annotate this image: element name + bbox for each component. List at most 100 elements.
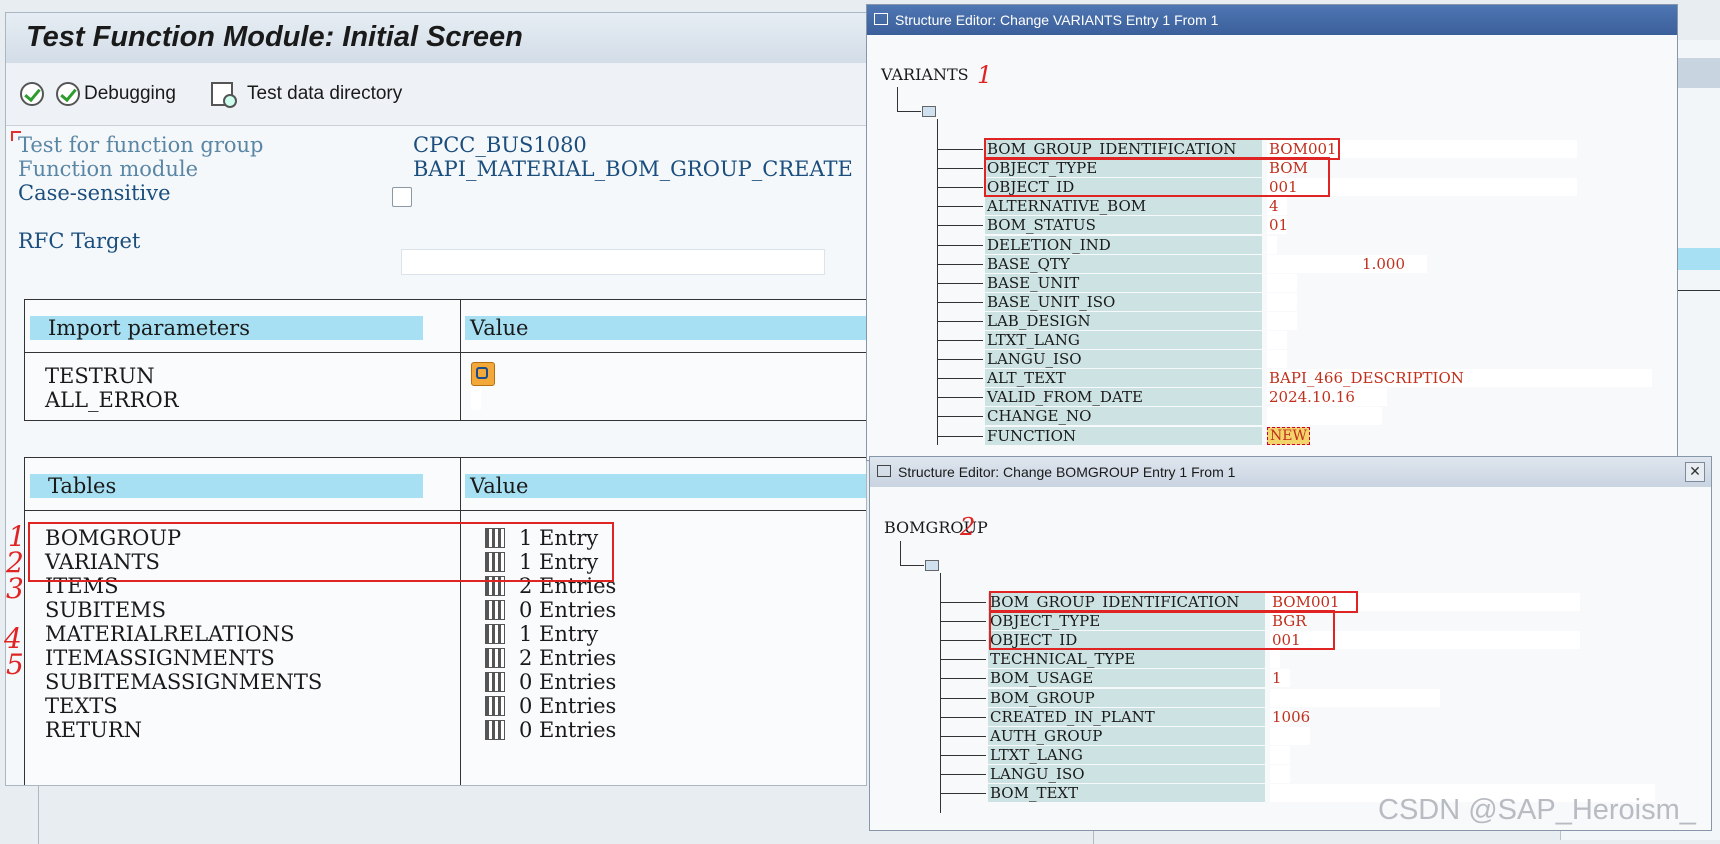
- watermark: CSDN @SAP_Heroism_: [1378, 794, 1696, 826]
- tables-header: Tables: [30, 474, 423, 498]
- field-key: BOM_TEXT: [988, 784, 1265, 802]
- tree-line: [940, 602, 986, 603]
- field-value-input[interactable]: [1270, 764, 1290, 783]
- tree-line: [937, 244, 983, 246]
- tree-line: [940, 793, 986, 794]
- field-key: VALID_FROM_DATE: [985, 388, 1262, 407]
- function-module-value: BAPI_MATERIAL_BOM_GROUP_CREATE: [413, 157, 853, 181]
- field-key: CREATED_IN_PLANT: [988, 707, 1265, 726]
- field-value-input[interactable]: 4: [1267, 197, 1287, 216]
- tree-line: [897, 111, 921, 112]
- case-sensitive-label: Case-sensitive: [18, 181, 171, 205]
- table-value-return[interactable]: 0 Entries: [485, 718, 616, 742]
- table-row-subitems: SUBITEMS: [45, 598, 167, 622]
- field-key: CHANGE_NO: [985, 407, 1262, 426]
- field-value-input[interactable]: [1267, 407, 1382, 426]
- table-value-texts[interactable]: 0 Entries: [485, 694, 616, 718]
- import-parameters-grid: Import parameters Value TESTRUN ALL_ERRO…: [24, 299, 866, 421]
- tree-line: [940, 697, 986, 699]
- field-key: ALT_TEXT: [985, 369, 1262, 388]
- table-value-materialrelations[interactable]: 1 Entry: [485, 622, 598, 646]
- tables-value-header: Value: [465, 474, 866, 498]
- field-value-input[interactable]: 1: [1270, 669, 1290, 688]
- page-title: Test Function Module: Initial Screen: [26, 21, 523, 53]
- table-row-materialrelations: MATERIALRELATIONS: [45, 622, 295, 646]
- toolbar: Debugging Test data directory: [6, 63, 866, 126]
- tree-line: [937, 340, 983, 341]
- table-icon: [485, 720, 505, 740]
- table-value-itemassignments[interactable]: 2 Entries: [485, 646, 616, 670]
- field-value-input[interactable]: 2024.10.16: [1267, 388, 1387, 407]
- function-group-label: Test for function group: [18, 133, 264, 157]
- tree-line: [897, 87, 898, 111]
- close-button[interactable]: ✕: [1685, 462, 1705, 482]
- table-icon: [485, 648, 505, 668]
- field-value-input[interactable]: 01: [1267, 216, 1288, 235]
- variants-structure-editor: Structure Editor: Change VARIANTS Entry …: [866, 4, 1678, 461]
- entry-count: 2 Entries: [519, 646, 617, 670]
- tree-line: [940, 573, 941, 813]
- field-key: LANGU_ISO: [985, 350, 1262, 369]
- field-value-input[interactable]: [1270, 688, 1440, 707]
- field-value-input[interactable]: [1267, 350, 1287, 369]
- entry-count: 0 Entries: [519, 718, 617, 742]
- field-key: LTXT_LANG: [988, 745, 1265, 764]
- field-value-input[interactable]: [1267, 331, 1287, 349]
- field-key: BOM_STATUS: [985, 216, 1262, 235]
- case-sensitive-checkbox[interactable]: [392, 187, 412, 207]
- tree-line: [937, 359, 983, 361]
- tree-line: [940, 735, 986, 737]
- main-window: Test Function Module: Initial Screen Deb…: [5, 12, 867, 786]
- field-value-input[interactable]: [1267, 273, 1297, 292]
- tree-line: [937, 168, 983, 170]
- empty-value: [471, 388, 481, 410]
- tree-line: [937, 263, 983, 265]
- table-icon: [485, 696, 505, 716]
- param-testrun: TESTRUN: [45, 364, 155, 388]
- field-key: AUTH_GROUP: [988, 726, 1265, 745]
- tree-line: [937, 187, 983, 189]
- tree-line: [900, 565, 924, 566]
- tree-line: [937, 149, 983, 150]
- annotation-number: 1: [977, 61, 993, 89]
- field-value-input[interactable]: [1270, 650, 1280, 669]
- grid-divider: [460, 458, 461, 785]
- rfc-target-row: RFC Target: [18, 229, 140, 253]
- field-value-input[interactable]: NEW: [1267, 426, 1310, 445]
- test-data-directory-button[interactable]: Test data directory: [211, 79, 402, 109]
- annotation-number: 2: [960, 513, 976, 541]
- field-value-input[interactable]: BAPI_466_DESCRIPTION: [1267, 369, 1652, 388]
- execute-button[interactable]: [20, 79, 48, 109]
- field-value-input[interactable]: 1006: [1270, 707, 1310, 726]
- function-group-value: CPCC_BUS1080: [413, 133, 587, 157]
- field-key: ALTERNATIVE_BOM: [985, 197, 1262, 216]
- field-key: BASE_QTY: [985, 254, 1262, 273]
- bomgroup-editor-title: Structure Editor: Change BOMGROUP Entry …: [898, 464, 1236, 480]
- table-value-subitems[interactable]: 0 Entries: [485, 598, 616, 622]
- folder-icon: [925, 560, 939, 571]
- table-value-subitemassignments[interactable]: 0 Entries: [485, 670, 616, 694]
- field-value-input[interactable]: [1270, 745, 1290, 764]
- import-value-header: Value: [465, 316, 866, 340]
- table-icon: [485, 672, 505, 692]
- table-row-subitemassignments: SUBITEMASSIGNMENTS: [45, 670, 323, 694]
- all-error-value[interactable]: [471, 388, 481, 410]
- field-value-input[interactable]: 1.000: [1267, 254, 1427, 273]
- field-value-input[interactable]: [1267, 235, 1277, 254]
- rfc-target-input[interactable]: [401, 249, 825, 275]
- field-value-input[interactable]: [1270, 726, 1310, 745]
- field-value-input[interactable]: [1267, 292, 1297, 311]
- tree-line: [937, 435, 983, 437]
- debugging-button[interactable]: Debugging: [56, 79, 176, 109]
- field-key: DELETION_IND: [985, 235, 1262, 254]
- field-value-input[interactable]: [1267, 311, 1297, 330]
- debugging-label: Debugging: [84, 83, 176, 104]
- tree-line: [940, 659, 986, 661]
- table-row-return: RETURN: [45, 718, 143, 742]
- tree-line: [940, 640, 986, 642]
- field-key: BASE_UNIT_ISO: [985, 292, 1262, 311]
- import-grid-header: Import parameters Value: [25, 300, 866, 353]
- folder-icon: [922, 106, 936, 117]
- tree-line: [937, 301, 983, 303]
- testrun-value[interactable]: [471, 362, 495, 386]
